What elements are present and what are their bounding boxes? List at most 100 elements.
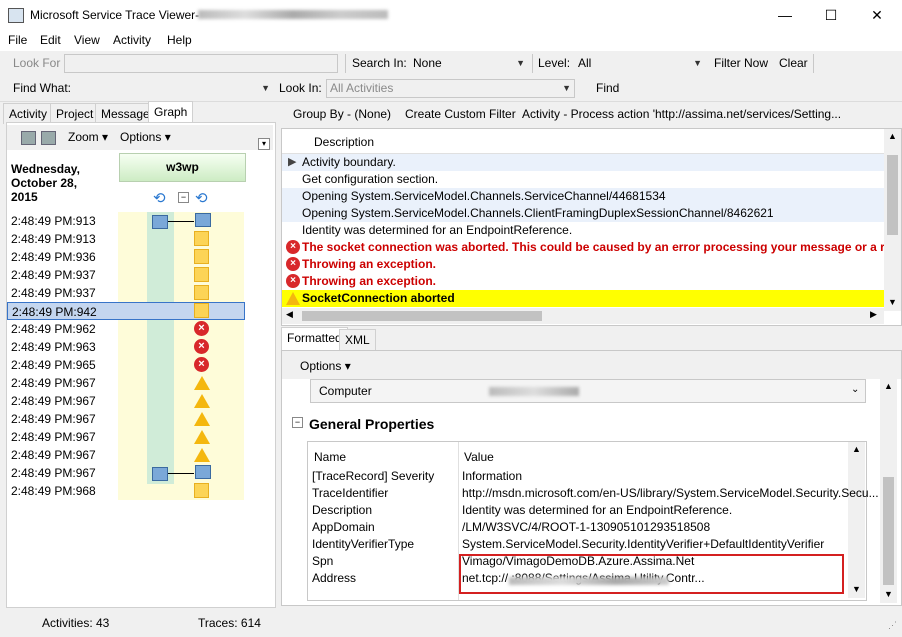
search-in-select[interactable]: None ▼ <box>409 54 529 73</box>
scroll-down-icon[interactable]: ▼ <box>888 297 897 307</box>
menu-edit[interactable]: Edit <box>40 33 61 47</box>
menu-file[interactable]: File <box>8 33 27 47</box>
description-row[interactable]: Opening System.ServiceModel.Channels.Ser… <box>282 188 884 205</box>
message-node-icon[interactable] <box>195 213 211 227</box>
overflow-icon[interactable]: ▾ <box>258 138 270 150</box>
warning-icon[interactable] <box>194 412 210 426</box>
forward-icon[interactable] <box>41 131 56 145</box>
message-node-icon[interactable] <box>195 465 211 479</box>
property-row[interactable]: [TraceRecord] Severity Information <box>306 468 848 485</box>
col-value-header: Value <box>464 450 494 464</box>
trace-event-icon[interactable] <box>194 303 209 318</box>
scroll-down-icon[interactable]: ▼ <box>852 584 861 594</box>
detail-options-menu[interactable]: Options ▾ <box>300 359 351 373</box>
scroll-up-icon[interactable]: ▲ <box>852 444 861 454</box>
warning-icon[interactable] <box>194 430 210 444</box>
trace-event-icon[interactable] <box>194 267 209 282</box>
tab-activity[interactable]: Activity <box>3 103 54 124</box>
refresh-icon[interactable]: ⟲ <box>153 189 166 207</box>
scroll-left-icon[interactable]: ◀ <box>286 309 293 320</box>
trace-event-icon[interactable] <box>194 249 209 264</box>
trace-row[interactable]: 2:48:49 PM:913 <box>7 230 245 248</box>
find-what-input[interactable]: ▼ <box>70 79 274 98</box>
scroll-up-icon[interactable]: ▲ <box>884 381 893 391</box>
tab-graph[interactable]: Graph <box>148 101 194 124</box>
scroll-right-icon[interactable]: ▶ <box>870 309 877 320</box>
warning-icon[interactable] <box>194 394 210 408</box>
tab-xml[interactable]: XML <box>339 329 376 350</box>
property-row[interactable]: IdentityVerifierType System.ServiceModel.… <box>306 536 848 553</box>
description-scrollbar[interactable]: ▲ ▼ <box>884 129 901 311</box>
trace-row[interactable]: 2:48:49 PM:962 <box>7 320 245 338</box>
level-select[interactable]: All ▼ <box>574 54 706 73</box>
maximize-button[interactable]: ☐ <box>808 0 854 30</box>
description-row[interactable]: Opening System.ServiceModel.Channels.Cli… <box>282 205 884 222</box>
zoom-menu[interactable]: Zoom ▾ <box>68 130 108 144</box>
process-header[interactable]: w3wp <box>119 153 246 182</box>
trace-row[interactable]: 2:48:49 PM:937 <box>7 284 245 302</box>
trace-event-icon[interactable] <box>194 231 209 246</box>
minimize-button[interactable]: — <box>762 0 808 30</box>
warning-icon[interactable] <box>194 448 210 462</box>
trace-row[interactable]: 2:48:49 PM:937 <box>7 266 245 284</box>
scroll-thumb[interactable] <box>887 155 898 235</box>
filter-now-button[interactable]: Filter Now <box>714 56 768 70</box>
error-icon[interactable]: × <box>194 339 209 354</box>
scroll-up-icon[interactable]: ▲ <box>888 131 897 141</box>
scroll-down-icon[interactable]: ▼ <box>884 589 893 599</box>
activity-transfer-icon[interactable]: ⟲ <box>195 189 208 207</box>
menu-view[interactable]: View <box>74 33 100 47</box>
options-menu[interactable]: Options ▾ <box>120 130 171 144</box>
tab-message[interactable]: Message <box>95 103 156 124</box>
scroll-thumb[interactable] <box>883 477 894 585</box>
tab-project[interactable]: Project <box>50 103 100 124</box>
group-by-menu[interactable]: Group By - (None) <box>293 107 391 121</box>
collapse-icon[interactable]: − <box>178 192 189 203</box>
back-icon[interactable] <box>21 131 36 145</box>
message-node-icon[interactable] <box>152 215 168 229</box>
message-node-icon[interactable] <box>152 467 168 481</box>
close-button[interactable]: ✕ <box>854 0 900 30</box>
resize-grip-icon[interactable]: ⋰ <box>888 620 897 631</box>
description-hscrollbar[interactable]: ◀ ▶ <box>282 308 884 324</box>
error-icon[interactable]: × <box>194 321 209 336</box>
trace-event-icon[interactable] <box>194 285 209 300</box>
create-custom-filter-button[interactable]: Create Custom Filter <box>405 107 516 121</box>
trace-row[interactable]: 2:48:49 PM:968 <box>7 482 245 500</box>
look-for-input[interactable] <box>64 54 338 73</box>
menu-help[interactable]: Help <box>167 33 192 47</box>
trace-row[interactable]: 2:48:49 PM:942 <box>7 302 245 320</box>
warning-icon[interactable] <box>194 376 210 390</box>
trace-row[interactable]: 2:48:49 PM:963 <box>7 338 245 356</box>
detail-scrollbar[interactable]: ▲ ▼ <box>880 379 897 603</box>
look-in-select[interactable]: All Activities ▼ <box>326 79 575 98</box>
clear-button[interactable]: Clear <box>779 56 808 70</box>
trace-row[interactable]: 2:48:49 PM:965 <box>7 356 245 374</box>
chevron-down-icon[interactable]: ⌄ <box>851 384 859 395</box>
trace-event-icon[interactable] <box>194 483 209 498</box>
property-name: Address <box>312 571 357 585</box>
error-icon[interactable]: × <box>194 357 209 372</box>
description-row[interactable]: Identity was determined for an EndpointR… <box>282 222 884 239</box>
properties-scrollbar[interactable]: ▲ ▼ <box>848 442 865 598</box>
description-row[interactable]: ▶ Activity boundary. <box>282 154 884 171</box>
description-row[interactable]: × Throwing an exception. <box>282 256 884 273</box>
property-row[interactable]: AppDomain/LM/W3SVC/4/ROOT-1-130905101293… <box>306 519 848 536</box>
property-row[interactable]: TraceIdentifier http://msdn.microsoft.com… <box>306 485 879 502</box>
trace-description-list[interactable]: Description ▶ Activity boundary. Get confi… <box>281 128 902 326</box>
description-row[interactable]: × Throwing an exception. <box>282 273 884 290</box>
description-row[interactable]: × The socket connection was aborted. This… <box>282 239 885 256</box>
description-text: Opening System.ServiceModel.Channels.Cli… <box>302 206 774 220</box>
collapse-icon[interactable]: − <box>292 417 303 428</box>
description-row[interactable]: Get configuration section. <box>282 171 884 188</box>
trace-row[interactable]: 2:48:49 PM:936 <box>7 248 245 266</box>
find-button[interactable]: Find <box>596 81 619 95</box>
description-row[interactable]: SocketConnection aborted <box>282 290 884 307</box>
description-header[interactable]: Description <box>314 135 374 149</box>
tab-formatted[interactable]: Formatted <box>281 327 348 350</box>
menu-activity[interactable]: Activity <box>113 33 151 47</box>
hscroll-thumb[interactable] <box>302 311 542 321</box>
error-icon: × <box>286 274 300 288</box>
trace-time: 2:48:49 PM:937 <box>11 268 96 282</box>
property-row[interactable]: Description Identity was determined for a… <box>306 502 848 519</box>
